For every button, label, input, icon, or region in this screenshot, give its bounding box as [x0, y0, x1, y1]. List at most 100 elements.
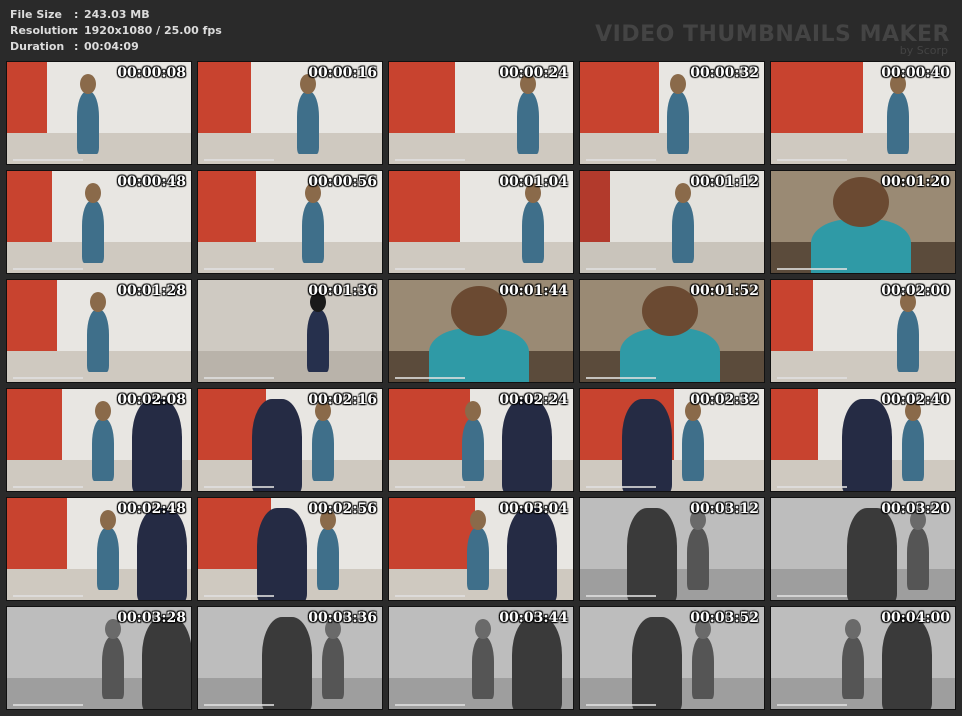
- thumbnail[interactable]: 00:02:56: [197, 497, 383, 601]
- watermark-strip: [395, 159, 465, 161]
- scene-figure: [77, 92, 99, 154]
- scene-figure-secondary: [502, 399, 552, 491]
- scene-wall: [389, 389, 470, 461]
- thumbnail-timestamp: 00:04:00: [881, 610, 950, 626]
- thumbnail[interactable]: 00:01:20: [770, 170, 956, 274]
- thumbnail[interactable]: 00:00:16: [197, 61, 383, 165]
- scene-figure: [102, 637, 124, 699]
- thumbnail[interactable]: 00:00:48: [6, 170, 192, 274]
- thumbnail[interactable]: 00:02:24: [388, 388, 574, 492]
- thumbnail[interactable]: 00:03:12: [579, 497, 765, 601]
- resolution-label: Resolution: [10, 24, 77, 37]
- scene-figure: [667, 92, 689, 154]
- thumbnail-timestamp: 00:01:44: [499, 283, 568, 299]
- watermark-strip: [586, 595, 656, 597]
- thumbnail[interactable]: 00:01:44: [388, 279, 574, 383]
- thumbnail[interactable]: 00:03:04: [388, 497, 574, 601]
- thumbnail[interactable]: 00:00:40: [770, 61, 956, 165]
- thumbnail[interactable]: 00:03:52: [579, 606, 765, 710]
- watermark-strip: [13, 377, 83, 379]
- scene-wall: [198, 171, 256, 243]
- watermark-strip: [586, 159, 656, 161]
- scene-wall: [771, 280, 813, 352]
- thumbnail[interactable]: 00:02:00: [770, 279, 956, 383]
- scene-figure-secondary: [512, 617, 562, 709]
- thumbnail-timestamp: 00:00:24: [499, 65, 568, 81]
- scene-figure-secondary: [252, 399, 302, 491]
- thumbnail-timestamp: 00:01:52: [690, 283, 759, 299]
- thumbnail[interactable]: 00:00:32: [579, 61, 765, 165]
- scene-figure: [692, 637, 714, 699]
- scene-head: [100, 510, 116, 530]
- scene-figure: [312, 419, 334, 481]
- thumbnail[interactable]: 00:01:28: [6, 279, 192, 383]
- thumbnail-timestamp: 00:01:28: [117, 283, 186, 299]
- thumbnail-timestamp: 00:01:20: [881, 174, 950, 190]
- scene-head: [670, 74, 686, 94]
- thumbnail[interactable]: 00:02:16: [197, 388, 383, 492]
- thumbnail-timestamp: 00:02:08: [117, 392, 186, 408]
- watermark-strip: [777, 159, 847, 161]
- scene-wall: [7, 498, 67, 570]
- thumbnail[interactable]: 00:03:28: [6, 606, 192, 710]
- thumbnail-timestamp: 00:00:56: [308, 174, 377, 190]
- thumbnail[interactable]: 00:01:04: [388, 170, 574, 274]
- scene-figure: [302, 201, 324, 263]
- thumbnail-timestamp: 00:03:04: [499, 501, 568, 517]
- duration-label: Duration: [10, 40, 65, 53]
- scene-figure-secondary: [132, 399, 182, 491]
- scene-wall: [580, 171, 610, 243]
- thumbnail[interactable]: 00:02:48: [6, 497, 192, 601]
- thumbnail-timestamp: 00:02:24: [499, 392, 568, 408]
- scene-wall: [7, 389, 62, 461]
- thumbnail[interactable]: 00:02:40: [770, 388, 956, 492]
- thumbnail[interactable]: 00:01:36: [197, 279, 383, 383]
- file-size-row: File Size:243.03 MB: [10, 8, 150, 21]
- scene-figure: [297, 92, 319, 154]
- scene-figure-secondary: [627, 508, 677, 600]
- thumbnail-timestamp: 00:02:56: [308, 501, 377, 517]
- thumbnail[interactable]: 00:01:12: [579, 170, 765, 274]
- thumbnail[interactable]: 00:00:08: [6, 61, 192, 165]
- separator: :: [74, 8, 79, 21]
- thumbnail[interactable]: 00:02:32: [579, 388, 765, 492]
- scene-head: [95, 401, 111, 421]
- thumbnail[interactable]: 00:03:20: [770, 497, 956, 601]
- thumbnail[interactable]: 00:00:24: [388, 61, 574, 165]
- watermark-strip: [204, 704, 274, 706]
- watermark-strip: [204, 159, 274, 161]
- thumbnail[interactable]: 00:04:00: [770, 606, 956, 710]
- watermark-strip: [204, 268, 274, 270]
- watermark-strip: [395, 704, 465, 706]
- scene-wall: [580, 62, 659, 134]
- scene-figure: [522, 201, 544, 263]
- thumbnail[interactable]: 00:00:56: [197, 170, 383, 274]
- thumbnail[interactable]: 00:03:36: [197, 606, 383, 710]
- scene-figure-secondary: [507, 508, 557, 600]
- scene-wall: [7, 62, 47, 134]
- thumbnail-timestamp: 00:00:32: [690, 65, 759, 81]
- scene-wall: [7, 171, 52, 243]
- watermark-strip: [204, 595, 274, 597]
- watermark-strip: [395, 595, 465, 597]
- scene-figure: [811, 219, 911, 273]
- scene-figure: [682, 419, 704, 481]
- scene-figure: [467, 528, 489, 590]
- scene-head: [475, 619, 491, 639]
- watermark-strip: [777, 704, 847, 706]
- scene-figure: [897, 310, 919, 372]
- thumbnail[interactable]: 00:02:08: [6, 388, 192, 492]
- watermark-strip: [13, 486, 83, 488]
- thumbnail-timestamp: 00:03:52: [690, 610, 759, 626]
- thumbnail[interactable]: 00:03:44: [388, 606, 574, 710]
- file-size-label: File Size: [10, 8, 62, 21]
- watermark-strip: [13, 159, 83, 161]
- scene-wall: [389, 498, 475, 570]
- watermark-strip: [204, 377, 274, 379]
- scene-figure: [317, 528, 339, 590]
- scene-figure: [429, 328, 529, 382]
- thumbnail[interactable]: 00:01:52: [579, 279, 765, 383]
- watermark-strip: [777, 595, 847, 597]
- thumbnail-timestamp: 00:02:00: [881, 283, 950, 299]
- scene-figure: [902, 419, 924, 481]
